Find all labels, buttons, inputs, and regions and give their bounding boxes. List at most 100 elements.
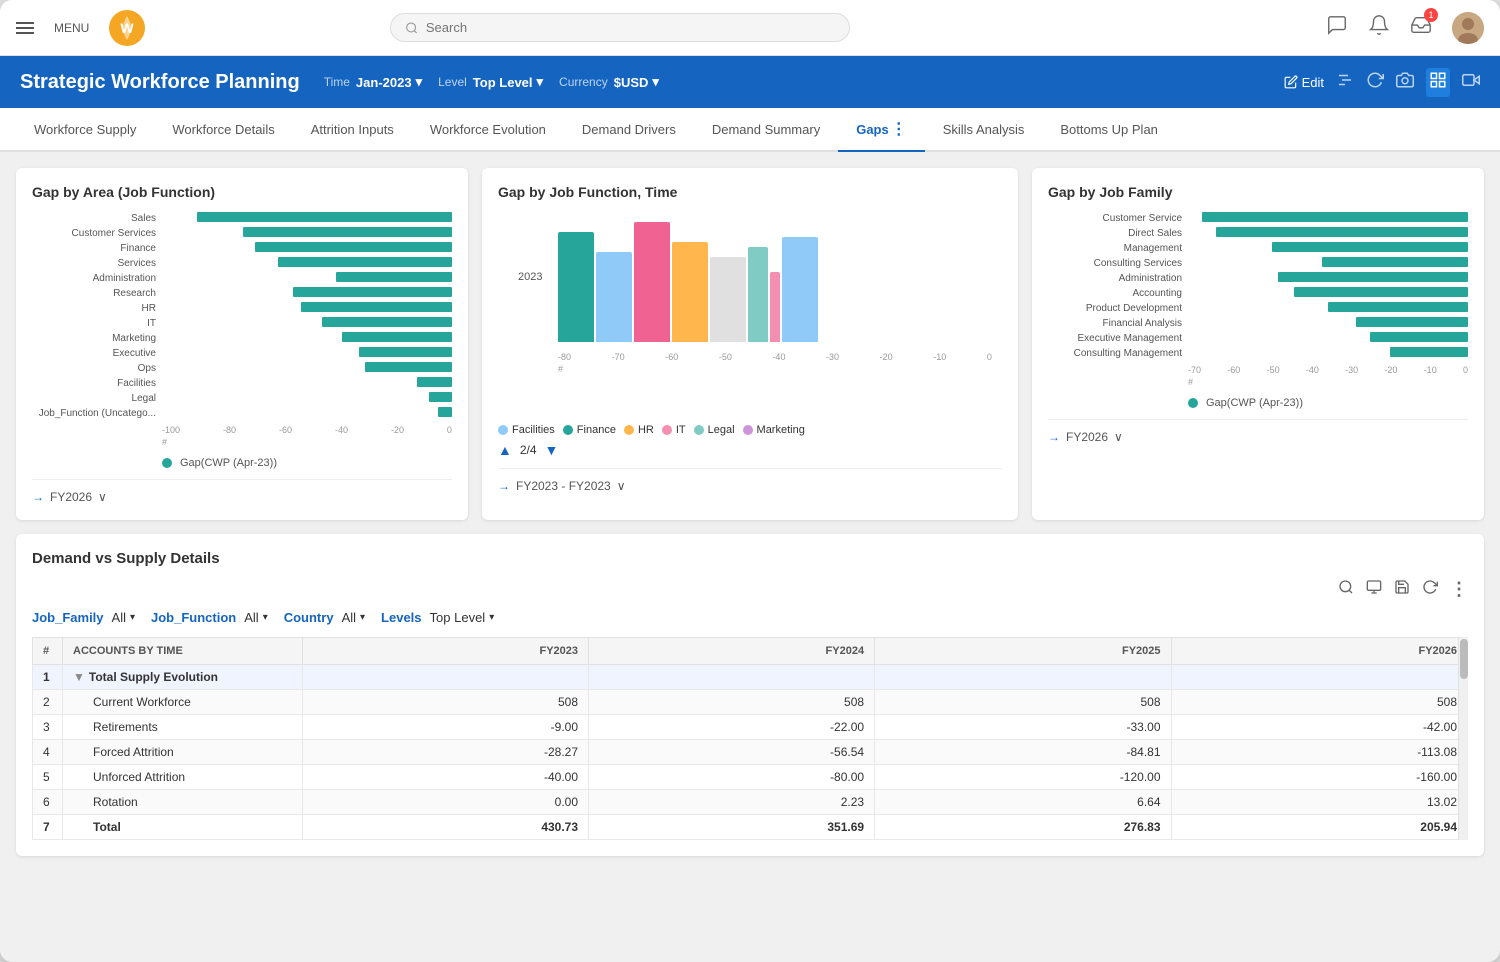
tab-bottoms-up-plan[interactable]: Bottoms Up Plan — [1042, 108, 1176, 152]
bar-row: Product Development — [1048, 302, 1468, 314]
reset-tool-icon[interactable] — [1422, 579, 1438, 600]
bar-segment-3 — [634, 222, 670, 342]
row-value: -113.08 — [1171, 740, 1467, 765]
inbox-icon[interactable]: 1 — [1410, 14, 1432, 41]
legend-finance: Finance — [563, 424, 616, 436]
time-filter-value[interactable]: Jan-2023 ▾ — [356, 74, 422, 90]
currency-filter[interactable]: Currency $USD ▾ — [559, 74, 659, 90]
chart2-year: 2023 — [518, 271, 558, 283]
row-value: -120.00 — [875, 765, 1171, 790]
bar-row: Job_Function (Uncatego... — [32, 407, 452, 419]
camera-icon[interactable] — [1396, 71, 1414, 94]
chart2-stacked: 2023 -80-70-60-50-40 — [498, 212, 1002, 412]
filter-levels[interactable]: Levels Top Level ▾ — [381, 610, 494, 625]
tab-workforce-supply[interactable]: Workforce Supply — [16, 108, 154, 152]
tab-workforce-evolution[interactable]: Workforce Evolution — [412, 108, 564, 152]
chart2-title: Gap by Job Function, Time — [498, 184, 1002, 200]
filter-job-family[interactable]: Job_Family All ▾ — [32, 610, 135, 625]
export-tool-icon[interactable] — [1366, 579, 1382, 600]
notification-icon[interactable] — [1368, 14, 1390, 41]
bar-container — [162, 227, 452, 239]
bar-row: Customer Service — [1048, 212, 1468, 224]
level-filter[interactable]: Level Top Level ▾ — [438, 74, 543, 90]
level-filter-value[interactable]: Top Level ▾ — [473, 74, 543, 90]
time-filter[interactable]: Time Jan-2023 ▾ — [324, 74, 422, 90]
bar-fill — [336, 272, 452, 282]
pag-up-icon[interactable]: ▲ — [498, 442, 512, 458]
row-value: -40.00 — [303, 765, 589, 790]
tab-demand-drivers[interactable]: Demand Drivers — [564, 108, 694, 152]
row-value: 508 — [589, 690, 875, 715]
bar-fill — [1294, 287, 1468, 297]
menu-button[interactable] — [16, 22, 34, 34]
bar-label: Facilities — [32, 378, 162, 389]
bar-fill — [1272, 242, 1468, 252]
tab-gaps[interactable]: Gaps ⋮ — [838, 108, 925, 152]
bar-fill — [293, 287, 453, 297]
chart-gap-by-area: Gap by Area (Job Function) SalesCustomer… — [16, 168, 468, 520]
chart3-legend-dot — [1188, 398, 1198, 408]
bar-fill — [342, 332, 452, 342]
row-value: -22.00 — [589, 715, 875, 740]
tab-demand-summary[interactable]: Demand Summary — [694, 108, 838, 152]
filter-job-function[interactable]: Job_Function All ▾ — [151, 610, 268, 625]
chat-icon[interactable] — [1326, 14, 1348, 41]
row-num: 1 — [33, 665, 63, 690]
table-row: 1▼Total Supply Evolution — [33, 665, 1468, 690]
chart1-footer[interactable]: → FY2026 ∨ — [32, 479, 452, 504]
search-input[interactable] — [426, 20, 835, 35]
chart-gap-by-time: Gap by Job Function, Time 2023 — [482, 168, 1018, 520]
page-title: Strategic Workforce Planning — [20, 71, 300, 94]
search-tool-icon[interactable] — [1338, 579, 1354, 600]
tab-attrition-inputs[interactable]: Attrition Inputs — [293, 108, 412, 152]
table-row: 4Forced Attrition-28.27-56.54-84.81-113.… — [33, 740, 1468, 765]
page-header: Strategic Workforce Planning Time Jan-20… — [0, 56, 1500, 108]
bar-row: Executive — [32, 347, 452, 359]
tab-workforce-details[interactable]: Workforce Details — [154, 108, 292, 152]
row-value — [589, 665, 875, 690]
video-icon[interactable] — [1462, 71, 1480, 94]
row-value — [303, 665, 589, 690]
bar-fill — [417, 377, 452, 387]
avatar[interactable] — [1452, 12, 1484, 44]
more-tool-icon[interactable]: ⋮ — [1450, 579, 1468, 600]
row-value: -42.00 — [1171, 715, 1467, 740]
level-filter-label: Level — [438, 75, 467, 89]
table-title: Demand vs Supply Details — [32, 550, 1468, 567]
scrollbar-thumb[interactable] — [1460, 639, 1468, 679]
chart3-footer[interactable]: → FY2026 ∨ — [1048, 419, 1468, 444]
row-value: -84.81 — [875, 740, 1171, 765]
bar-fill — [322, 317, 453, 327]
bar-container — [162, 302, 452, 314]
bar-row: Facilities — [32, 377, 452, 389]
tab-skills-analysis[interactable]: Skills Analysis — [925, 108, 1043, 152]
bar-fill — [197, 212, 452, 222]
filter-icon[interactable] — [1336, 71, 1354, 94]
bar-container — [1188, 287, 1468, 299]
chart-gap-by-job-family: Gap by Job Family Customer ServiceDirect… — [1032, 168, 1484, 520]
chart1-axis-label: # — [32, 437, 452, 447]
pag-down-icon[interactable]: ▼ — [545, 442, 559, 458]
grid-icon[interactable] — [1426, 68, 1450, 97]
row-label: Total — [63, 815, 303, 840]
scrollbar[interactable] — [1458, 637, 1468, 840]
currency-filter-value[interactable]: $USD ▾ — [614, 74, 659, 90]
header-actions: Edit — [1284, 68, 1480, 97]
bar-label: Consulting Services — [1048, 258, 1188, 269]
edit-button[interactable]: Edit — [1284, 75, 1324, 90]
search-bar[interactable] — [390, 13, 850, 42]
bar-container — [162, 377, 452, 389]
chart1-axis: -100 -80 -60 -40 -20 0 — [32, 425, 452, 435]
refresh-icon[interactable] — [1366, 71, 1384, 94]
table-scroll-area[interactable]: # ACCOUNTS BY TIME FY2023 FY2024 FY2025 … — [32, 637, 1468, 840]
chart2-footer[interactable]: → FY2023 - FY2023 ∨ — [498, 468, 1002, 493]
chart1-title: Gap by Area (Job Function) — [32, 184, 452, 200]
filter-country[interactable]: Country All ▾ — [284, 610, 365, 625]
bar-container — [162, 287, 452, 299]
bar-row: Consulting Services — [1048, 257, 1468, 269]
row-value: 2.23 — [589, 790, 875, 815]
table-row: 7Total430.73351.69276.83205.94 — [33, 815, 1468, 840]
bar-fill — [243, 227, 452, 237]
save-tool-icon[interactable] — [1394, 579, 1410, 600]
row-value: 13.02 — [1171, 790, 1467, 815]
